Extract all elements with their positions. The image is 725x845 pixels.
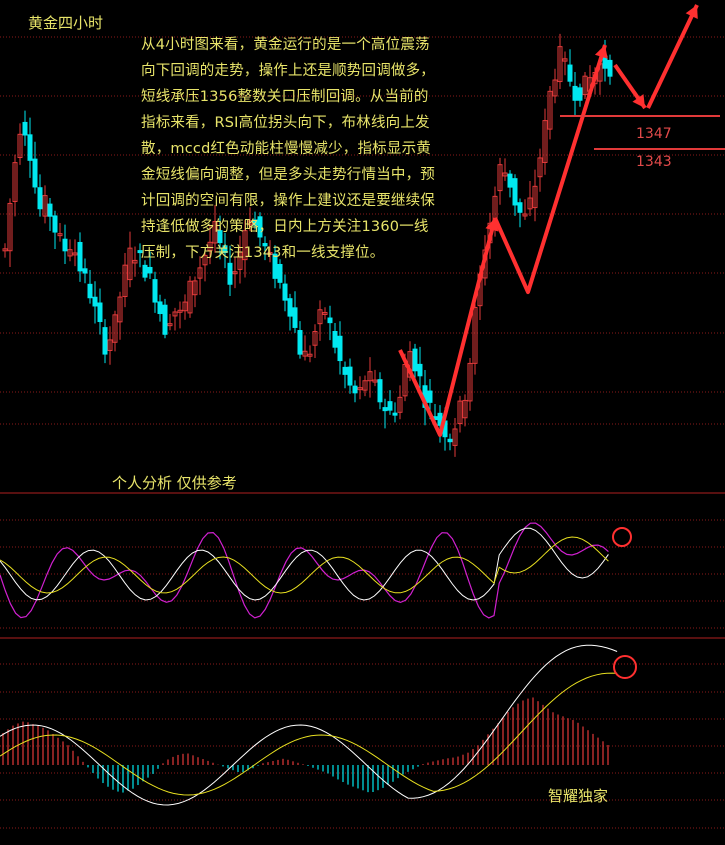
candle-body <box>152 279 158 303</box>
candle-body <box>82 268 88 274</box>
candle-body <box>37 187 43 210</box>
candle-body <box>277 263 283 283</box>
signature-text: 智耀独家 <box>548 787 609 805</box>
candle-body <box>142 264 148 278</box>
chart-title: 黄金四小时 <box>28 14 104 32</box>
rsi-avg-line <box>0 536 609 594</box>
candle-body <box>392 412 398 416</box>
trend-arrow-line <box>646 4 699 109</box>
candle-body <box>417 363 423 377</box>
candle-body <box>32 158 38 188</box>
disclaimer-text: 个人分析 仅供参考 <box>112 474 237 492</box>
candle-body <box>327 317 333 324</box>
candle-body <box>427 390 433 403</box>
candle-body <box>27 134 33 161</box>
candle-body <box>227 262 233 285</box>
candle-body <box>387 401 393 411</box>
candle-body <box>577 87 583 101</box>
rsi-panel <box>0 522 632 619</box>
candle-body <box>292 307 298 328</box>
macd-panel <box>0 644 637 806</box>
candle-body <box>157 301 163 315</box>
candle-body <box>567 64 573 82</box>
candle-body <box>447 438 453 443</box>
candle-body <box>147 266 153 274</box>
candle-body <box>607 59 613 77</box>
rsi-fast-line <box>0 522 609 619</box>
candle-body <box>512 178 518 206</box>
candle-body <box>162 304 168 335</box>
macd-dea-line <box>0 672 618 796</box>
candle-body <box>332 330 338 348</box>
candle-body <box>47 203 53 217</box>
candle-body <box>352 385 358 394</box>
rsi-slow-line <box>0 527 609 601</box>
candle-body <box>517 202 523 213</box>
candle-body <box>22 121 28 136</box>
rsi-highlight-circle <box>612 527 632 547</box>
candle-body <box>342 366 348 375</box>
candle-body <box>102 327 108 355</box>
candle-body <box>77 241 83 272</box>
candle-body <box>337 335 343 362</box>
candle-body <box>412 348 418 372</box>
candle-body <box>52 215 58 233</box>
candle-body <box>297 330 303 355</box>
macd-highlight-circle <box>613 655 637 679</box>
macd-dif-line <box>0 644 618 806</box>
support-level-2: 1343 <box>636 154 672 170</box>
candle-body <box>507 173 513 188</box>
candle-body <box>347 366 353 386</box>
candle-body <box>572 85 578 101</box>
candle-body <box>282 283 288 301</box>
candle-body <box>287 298 293 317</box>
candle-body <box>377 379 383 403</box>
candle-body <box>97 302 103 323</box>
candle-body <box>87 283 93 299</box>
candle-body <box>382 407 388 412</box>
support-level-1: 1347 <box>636 126 672 142</box>
candle-body <box>62 238 68 252</box>
analysis-text: 从4小时图来看，黄金运行的是一个高位震荡向下回调的走势，操作上还是顺势回调做多，… <box>141 37 435 261</box>
candle-body <box>92 296 98 307</box>
